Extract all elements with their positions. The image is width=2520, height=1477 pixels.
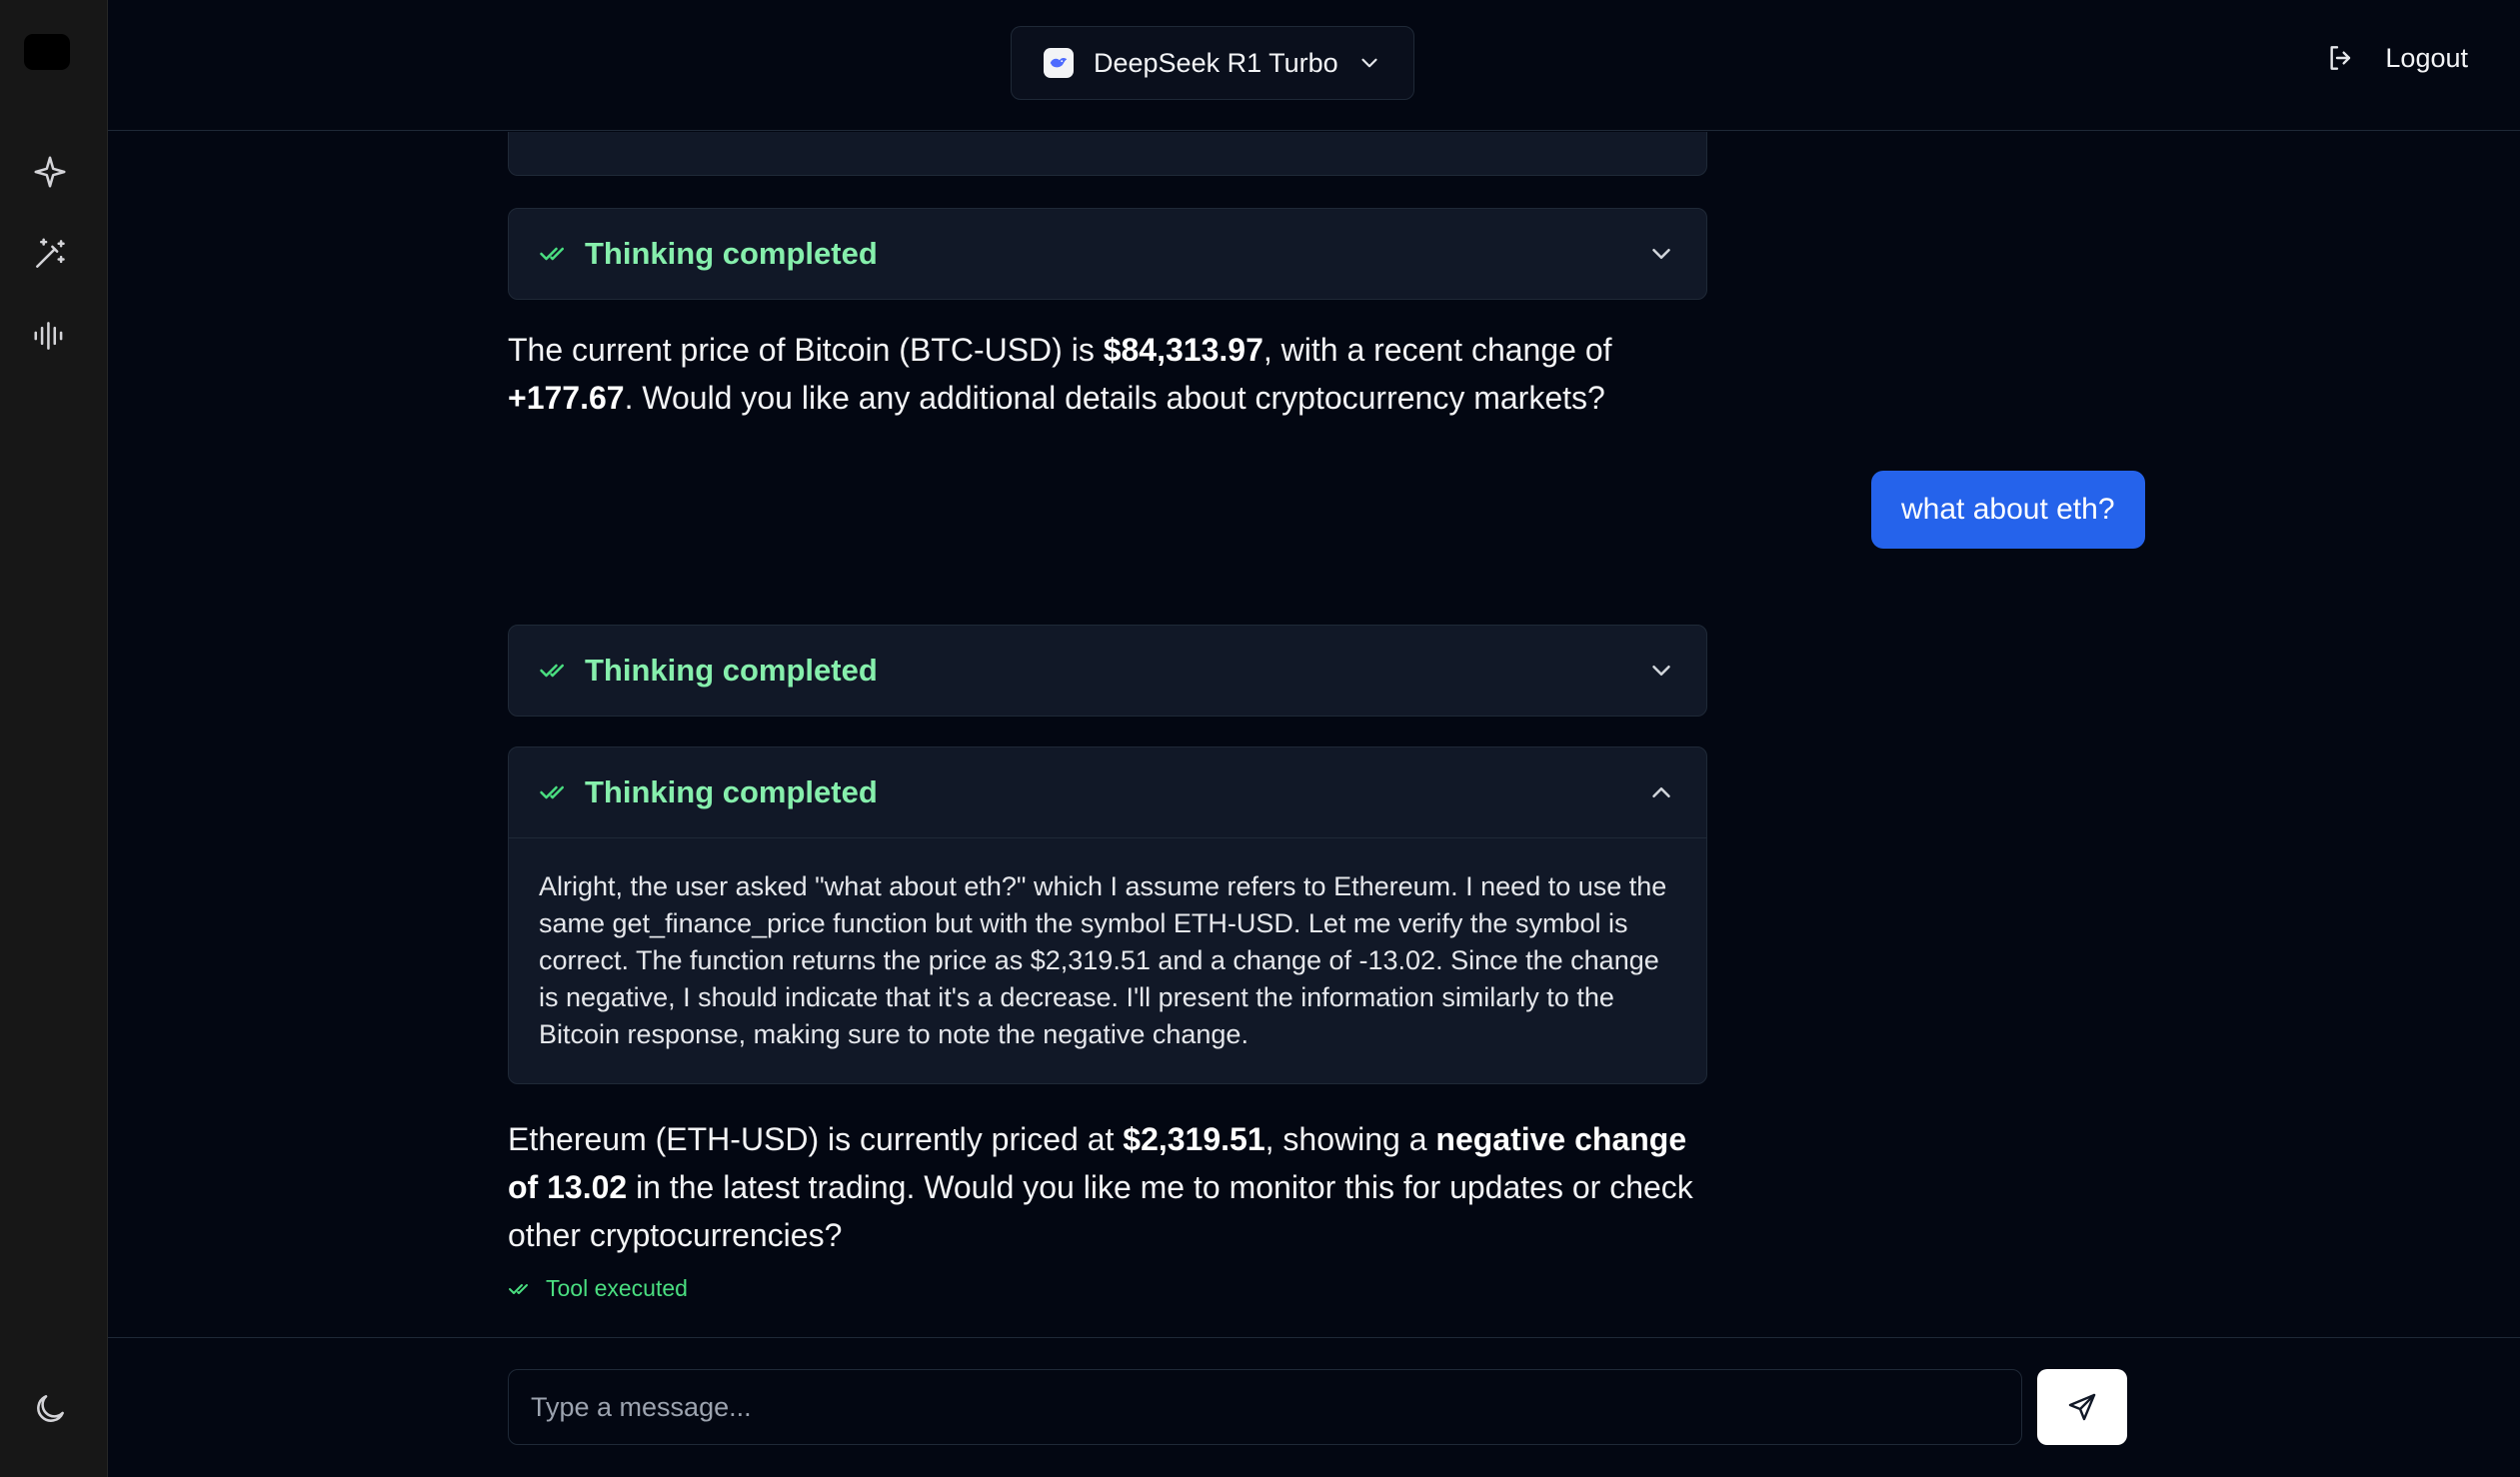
thinking-panel-partial (508, 132, 1707, 176)
header: DeepSeek R1 Turbo Logout (108, 0, 2520, 131)
send-button[interactable] (2037, 1369, 2127, 1445)
message-text: . Would you like any additional details … (624, 380, 1605, 416)
user-message: what about eth? (1871, 471, 2145, 549)
assistant-message: The current price of Bitcoin (BTC-USD) i… (508, 326, 1707, 422)
chevron-down-icon (1652, 666, 1670, 676)
logout-icon (2330, 46, 2351, 70)
chevron-down-icon (1361, 58, 1377, 68)
thinking-status: Thinking completed (585, 236, 878, 271)
sidebar (0, 0, 108, 1477)
message-text: The current price of Bitcoin (BTC-USD) i… (508, 332, 1104, 368)
chevron-down-icon (1652, 249, 1670, 259)
logout-label: Logout (2385, 42, 2468, 73)
model-selector[interactable]: DeepSeek R1 Turbo (1011, 26, 1414, 100)
assistant-message: Ethereum (ETH-USD) is currently priced a… (508, 1115, 1707, 1259)
send-icon (2068, 1393, 2096, 1421)
chat-area[interactable]: Thinking completed The current price of … (108, 132, 2520, 1337)
thinking-panel-toggle[interactable]: Thinking completed (509, 626, 1706, 716)
app-logo[interactable] (24, 34, 70, 70)
thinking-panel: Thinking completed (508, 208, 1707, 300)
message-text: , showing a (1264, 1121, 1436, 1157)
thinking-panel-expanded: Thinking completed Alright, the user ask… (508, 746, 1707, 1084)
btc-change: +177.67 (508, 380, 625, 416)
thinking-status: Thinking completed (585, 774, 878, 809)
thinking-panel: Thinking completed (508, 625, 1707, 717)
thinking-content: Alright, the user asked "what about eth?… (509, 837, 1706, 1083)
message-text: , with a recent change of (1262, 332, 1612, 368)
double-check-icon (540, 664, 564, 678)
audio-waveform-icon[interactable] (26, 312, 74, 360)
moon-icon[interactable] (26, 1385, 74, 1433)
tool-status: Tool executed (508, 1275, 688, 1302)
chevron-up-icon (1652, 787, 1670, 797)
message-input[interactable] (508, 1369, 2022, 1445)
thinking-status: Thinking completed (585, 653, 878, 688)
double-check-icon (509, 1283, 528, 1294)
btc-price: $84,313.97 (1103, 332, 1263, 368)
double-check-icon (540, 247, 564, 261)
thinking-panel-toggle[interactable]: Thinking completed (509, 209, 1706, 299)
message-text: in the latest trading. Would you like me… (508, 1169, 1693, 1253)
composer (108, 1337, 2520, 1477)
thinking-panel-toggle[interactable]: Thinking completed (509, 747, 1706, 837)
deepseek-logo-icon (1044, 48, 1074, 78)
double-check-icon (540, 785, 564, 799)
tool-status-label: Tool executed (546, 1275, 688, 1301)
eth-price: $2,319.51 (1123, 1121, 1265, 1157)
magic-wand-icon[interactable] (26, 230, 74, 278)
model-name: DeepSeek R1 Turbo (1094, 47, 1338, 78)
logout-button[interactable]: Logout (2325, 42, 2468, 74)
message-text: Ethereum (ETH-USD) is currently priced a… (508, 1121, 1124, 1157)
sparkle-icon[interactable] (26, 148, 74, 196)
